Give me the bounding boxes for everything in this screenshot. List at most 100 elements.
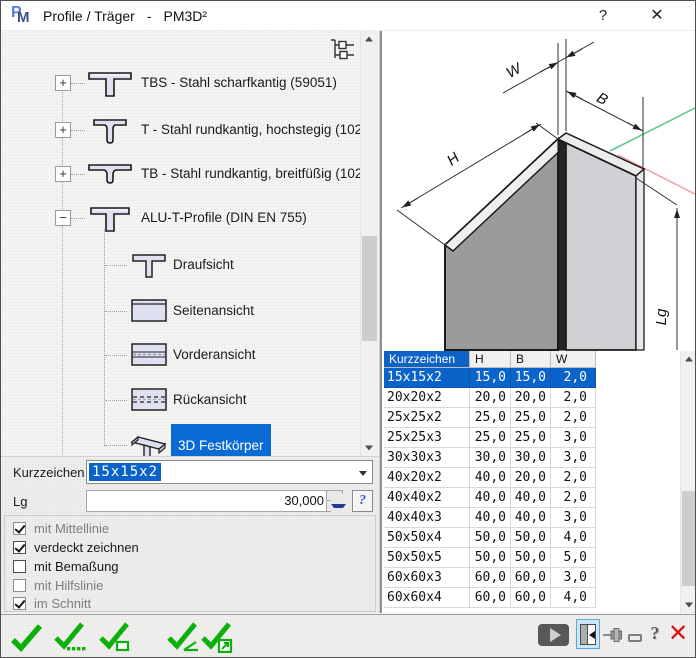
cell: 25x25x3 <box>384 428 470 448</box>
kurzzeichen-combobox[interactable]: 15x15x2 <box>86 460 373 484</box>
kurzzeichen-value: 15x15x2 <box>89 463 161 481</box>
column-header-kurzzeichen[interactable]: Kurzzeichen <box>384 351 470 368</box>
table-row[interactable]: 20x20x220,020,02,0 <box>384 388 596 408</box>
ok-box-button[interactable] <box>98 621 134 653</box>
scroll-up-icon[interactable] <box>681 351 696 367</box>
scroll-down-icon[interactable] <box>361 440 377 456</box>
ok-export-button[interactable] <box>200 621 236 653</box>
cell: 60x60x4 <box>384 588 470 608</box>
tree-item-vorderansicht[interactable]: Vorderansicht <box>1 339 361 371</box>
spin-up-icon[interactable] <box>327 491 342 501</box>
table-row[interactable]: 50x50x550,050,05,0 <box>384 548 596 568</box>
checkbox-icon[interactable] <box>13 579 26 592</box>
checkbox-icon[interactable] <box>13 560 26 573</box>
tree-item-draufsicht[interactable]: Draufsicht <box>1 249 361 281</box>
ok-angle-button[interactable] <box>166 621 202 653</box>
table-row[interactable]: 30x30x330,030,03,0 <box>384 448 596 468</box>
lg-input[interactable]: 30,000 <box>86 490 343 512</box>
tree-item-tbs[interactable]: + TBS - Stahl scharfkantig (59051) <box>1 67 361 99</box>
title-main: Profile / Träger <box>43 8 135 24</box>
table-row[interactable]: 15x15x215,015,02,0 <box>384 368 596 388</box>
chevron-down-icon[interactable] <box>359 471 367 476</box>
checkbox-im-schnitt[interactable]: im Schnitt <box>13 595 373 613</box>
checkbox-label: im Schnitt <box>34 596 91 611</box>
checkbox-mit-mittellinie[interactable]: mit Mittellinie <box>13 520 373 538</box>
dim-h-label: H <box>444 149 463 169</box>
column-header-w[interactable]: W <box>551 351 596 368</box>
cell: 2,0 <box>551 468 596 488</box>
table-scrollbar[interactable] <box>680 351 696 613</box>
table-row[interactable]: 60x60x460,060,04,0 <box>384 588 596 608</box>
expand-plus-icon[interactable]: + <box>55 75 71 91</box>
cell: 30,0 <box>470 448 511 468</box>
profile-t-round-high-icon <box>87 114 133 146</box>
cell: 5,0 <box>551 548 596 568</box>
video-play-button[interactable] <box>538 624 569 646</box>
cell: 40x40x2 <box>384 488 470 508</box>
table-row[interactable]: 25x25x325,025,03,0 <box>384 428 596 448</box>
cell: 3,0 <box>551 428 596 448</box>
dock-panel-toggle-button[interactable] <box>576 619 600 649</box>
help-button[interactable]: ? <box>646 623 664 647</box>
table-row[interactable]: 40x40x340,040,03,0 <box>384 508 596 528</box>
cell: 4,0 <box>551 528 596 548</box>
cell: 2,0 <box>551 488 596 508</box>
tree-item-label: Draufsicht <box>173 249 234 281</box>
title-separator: - <box>147 8 152 24</box>
cell: 50x50x5 <box>384 548 470 568</box>
logo-letter-m: M <box>17 9 30 26</box>
checkbox-label: verdeckt zeichnen <box>34 540 139 555</box>
cell: 15x15x2 <box>384 368 470 388</box>
ok-button[interactable] <box>9 621 45 653</box>
profile-3d-preview: W B H Lg <box>382 31 696 351</box>
tree-scrollbar[interactable] <box>360 31 377 456</box>
expand-plus-icon[interactable]: + <box>55 166 71 182</box>
table-row[interactable]: 50x50x450,050,04,0 <box>384 528 596 548</box>
cell: 50x50x4 <box>384 528 470 548</box>
lg-spinner[interactable] <box>326 491 342 511</box>
title-bar: P M Profile / Träger-PM3D² ? ✕ <box>1 1 695 31</box>
checkbox-mit-hilfslinie[interactable]: mit Hilfslinie <box>13 577 373 595</box>
ok-hidden-lines-button[interactable] <box>53 621 89 653</box>
expand-plus-icon[interactable]: + <box>55 122 71 138</box>
pin-button[interactable] <box>602 625 624 645</box>
cell: 60,0 <box>511 588 551 608</box>
spin-down-icon[interactable] <box>327 501 342 511</box>
cell: 25,0 <box>511 428 551 448</box>
checkbox-mit-bemassung[interactable]: mit Bemaßung <box>13 558 373 576</box>
cell: 3,0 <box>551 448 596 468</box>
checkbox-icon[interactable] <box>13 541 26 554</box>
minimize-button[interactable] <box>628 634 642 642</box>
cell: 20,0 <box>511 468 551 488</box>
tree-item-label: Vorderansicht <box>173 339 256 371</box>
checkbox-icon[interactable] <box>13 522 26 535</box>
tree-item-seitenansicht[interactable]: Seitenansicht <box>1 295 361 327</box>
tree-item-3d-festkoerper[interactable]: 3D Festkörper <box>1 424 361 456</box>
app-logo-icon: P M <box>11 5 35 27</box>
table-row[interactable]: 25x25x225,025,02,0 <box>384 408 596 428</box>
tree-item-t-hochstegig[interactable]: + T - Stahl rundkantig, hochstegig (1024… <box>1 114 361 146</box>
scroll-down-icon[interactable] <box>681 597 696 613</box>
checkbox-verdeckt-zeichnen[interactable]: verdeckt zeichnen <box>13 539 373 557</box>
checkbox-icon[interactable] <box>13 597 26 610</box>
tree-item-alu-t-profile[interactable]: − ALU-T-Profile (DIN EN 755) <box>1 202 361 234</box>
scrollbar-thumb[interactable] <box>682 491 696 586</box>
tree-item-rueckansicht[interactable]: Rückansicht <box>1 384 361 416</box>
titlebar-help-button[interactable]: ? <box>583 1 623 31</box>
tree-item-tb-breitfuessig[interactable]: + TB - Stahl rundkantig, breitfüßig (102… <box>1 158 361 190</box>
table-row[interactable]: 40x20x240,020,02,0 <box>384 468 596 488</box>
scroll-up-icon[interactable] <box>361 31 377 47</box>
cell: 20,0 <box>470 388 511 408</box>
cell: 60,0 <box>470 588 511 608</box>
collapse-minus-icon[interactable]: − <box>55 210 71 226</box>
column-header-h[interactable]: H <box>470 351 511 368</box>
formula-button[interactable]: ? <box>352 490 373 512</box>
table-row[interactable]: 40x40x240,040,02,0 <box>384 488 596 508</box>
scrollbar-thumb[interactable] <box>362 236 377 341</box>
titlebar-close-button[interactable]: ✕ <box>637 1 677 31</box>
column-header-b[interactable]: B <box>511 351 551 368</box>
cell: 60x60x3 <box>384 568 470 588</box>
table-row[interactable]: 60x60x360,060,03,0 <box>384 568 596 588</box>
close-red-button[interactable]: ✕ <box>665 619 691 649</box>
cell: 20,0 <box>511 388 551 408</box>
